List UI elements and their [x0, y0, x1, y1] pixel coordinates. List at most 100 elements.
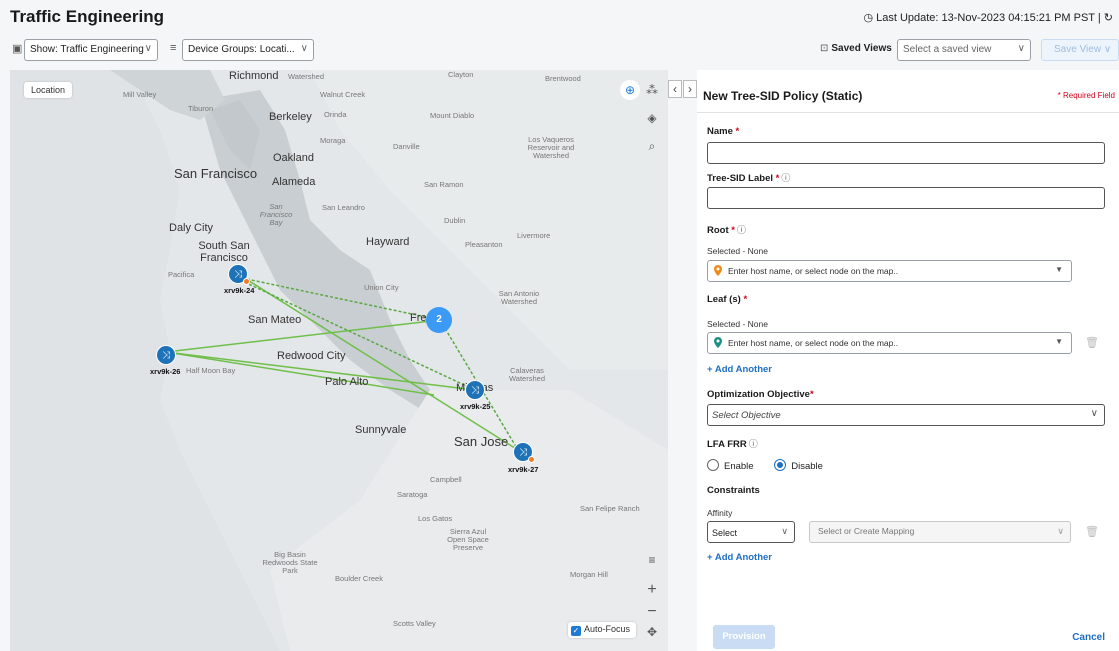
map-place-label: Los Gatos: [418, 514, 453, 523]
chevron-down-icon: ∨: [1017, 43, 1025, 54]
list-icon: ≡: [170, 42, 177, 54]
chevron-down-icon: ∨: [144, 43, 152, 54]
map-place-label: San Antonio Watershed: [498, 289, 540, 306]
map-place-label: Danville: [393, 142, 420, 151]
map-place-label: Berkeley: [269, 111, 312, 123]
map-pin-teal-icon: [714, 337, 722, 348]
root-badge-icon: [243, 278, 250, 285]
optimization-label: Optimization Objective*: [707, 389, 814, 400]
auto-focus-checkbox[interactable]: ✓ Auto-Focus: [568, 622, 637, 638]
required-field-note: * Required Field: [1057, 91, 1115, 100]
affinity-select[interactable]: Select ∨: [707, 521, 795, 543]
device-groups-dropdown[interactable]: Device Groups: Locati... ∨: [182, 39, 314, 61]
map-place-label: South San Francisco: [198, 240, 250, 264]
saved-views-icon: ⊡: [820, 43, 829, 54]
layers-icon[interactable]: ◈: [642, 108, 662, 128]
constraints-label: Constraints: [707, 485, 760, 496]
leaf-host-select[interactable]: Enter host name, or select node on the m…: [707, 332, 1072, 354]
list-icon[interactable]: ≡: [642, 550, 662, 570]
provision-button[interactable]: Provision: [713, 625, 775, 649]
chevron-down-icon: ∨: [1103, 44, 1112, 55]
map-place-label: Sunnyvale: [355, 424, 407, 436]
name-input[interactable]: [707, 142, 1105, 164]
map-place-label: Sierra Azul Open Space Preserve: [447, 527, 489, 552]
move-icon[interactable]: ✥: [642, 622, 662, 642]
map-place-label: Hayward: [366, 236, 410, 248]
app-window: Traffic Engineering ◷ Last Update: 13-No…: [0, 0, 1119, 651]
map-place-label: Campbell: [430, 475, 462, 484]
map-place-label: Walnut Creek: [320, 90, 366, 99]
add-another-affinity-link[interactable]: + Add Another: [707, 552, 772, 563]
saved-view-select[interactable]: Select a saved view ∨: [897, 39, 1031, 61]
zoom-in-icon[interactable]: +: [642, 580, 662, 600]
map-place-label: Richmond: [229, 70, 279, 82]
location-chip[interactable]: Location: [24, 82, 73, 98]
map-place-label: Pacifica: [168, 270, 195, 279]
map-place-label: San Mateo: [248, 314, 302, 326]
saved-view-placeholder: Select a saved view: [903, 44, 992, 55]
map-place-label: San Francisco: [174, 166, 258, 181]
chevron-left-icon[interactable]: ‹: [668, 80, 682, 98]
map-place-label: Saratoga: [397, 490, 428, 499]
saved-views-label: ⊡ Saved Views: [820, 43, 892, 54]
chevron-down-icon: ∨: [1057, 526, 1064, 536]
leaf-label: Leaf (s) *: [707, 294, 748, 305]
globe-icon[interactable]: ⊕: [620, 80, 640, 100]
map-place-label: Mill Valley: [123, 90, 157, 99]
panel-title: New Tree-SID Policy (Static): [703, 89, 863, 103]
topology-icon[interactable]: ⁂: [642, 80, 662, 100]
map-place-label: Daly City: [169, 222, 214, 234]
cancel-button[interactable]: Cancel: [1072, 632, 1105, 643]
chevron-right-icon[interactable]: ›: [683, 80, 697, 98]
router-node-icon[interactable]: ⤨: [156, 345, 176, 365]
show-filter-dropdown[interactable]: Show: Traffic Engineering ∨: [24, 39, 158, 61]
map-place-label: San Ramon: [424, 180, 464, 189]
info-icon: ⓘ: [781, 173, 791, 183]
checkmark-icon: ✓: [571, 626, 581, 636]
root-host-select[interactable]: Enter host name, or select node on the m…: [707, 260, 1072, 282]
map-place-label: Redwood City: [277, 350, 346, 362]
device-groups-label: Device Groups: Locati...: [188, 44, 295, 55]
caret-down-icon: ▼: [1055, 265, 1063, 274]
filter-icon: ▣: [12, 43, 23, 55]
zoom-out-icon[interactable]: −: [642, 602, 662, 622]
disable-radio[interactable]: Disable: [774, 459, 823, 472]
map-place-label: San Leandro: [322, 203, 365, 212]
map-place-label: Morgan Hill: [570, 570, 608, 579]
map-place-label: Pleasanton: [465, 240, 503, 249]
map-place-label: Palo Alto: [325, 376, 369, 388]
node-label: xrv9k-25: [460, 402, 491, 411]
tree-sid-label: Tree-SID Label * ⓘ: [707, 173, 791, 184]
save-view-button[interactable]: Save View ∨: [1041, 39, 1119, 61]
lfa-frr-radio-group: Enable Disable: [707, 459, 823, 472]
map-place-label: Moraga: [320, 136, 346, 145]
root-selected-text: Selected - None: [707, 246, 768, 256]
enable-radio[interactable]: Enable: [707, 459, 754, 472]
trash-icon[interactable]: 🗑: [1085, 336, 1099, 349]
root-label: Root * ⓘ: [707, 225, 746, 236]
caret-down-icon: ▼: [1055, 337, 1063, 346]
tree-sid-input[interactable]: [707, 187, 1105, 209]
node-cluster[interactable]: 2: [426, 307, 452, 333]
router-node-icon[interactable]: ⤨: [465, 380, 485, 400]
map-place-label: Alameda: [272, 176, 316, 188]
map-place-label: Mount Diablo: [430, 111, 475, 120]
map-place-label: Tiburon: [188, 104, 214, 113]
panel-toggle: ‹ ›: [668, 80, 698, 98]
map-place-label: Orinda: [324, 110, 347, 119]
divider: [697, 112, 1119, 113]
map-place-label: Big Basin Redwoods State Park: [262, 550, 318, 575]
topology-map[interactable]: Location Richmond Watershed Clayton Bren…: [10, 70, 668, 651]
map-place-label: San Felipe Ranch: [580, 504, 640, 513]
root-badge-icon: [528, 456, 535, 463]
map-place-label: Boulder Creek: [335, 574, 383, 583]
search-icon[interactable]: ⌕: [642, 136, 662, 156]
map-place-label: Calaveras Watershed: [509, 366, 545, 383]
map-place-label: San Francisco Bay: [259, 202, 293, 227]
add-another-leaf-link[interactable]: + Add Another: [707, 364, 772, 375]
lfa-frr-label: LFA FRR ⓘ: [707, 439, 758, 450]
optimization-objective-select[interactable]: Select Objective ∨: [707, 404, 1105, 426]
trash-icon[interactable]: 🗑: [1085, 525, 1099, 538]
map-place-label: Watershed: [288, 72, 324, 81]
mapping-select[interactable]: Select or Create Mapping ∨: [809, 521, 1071, 543]
